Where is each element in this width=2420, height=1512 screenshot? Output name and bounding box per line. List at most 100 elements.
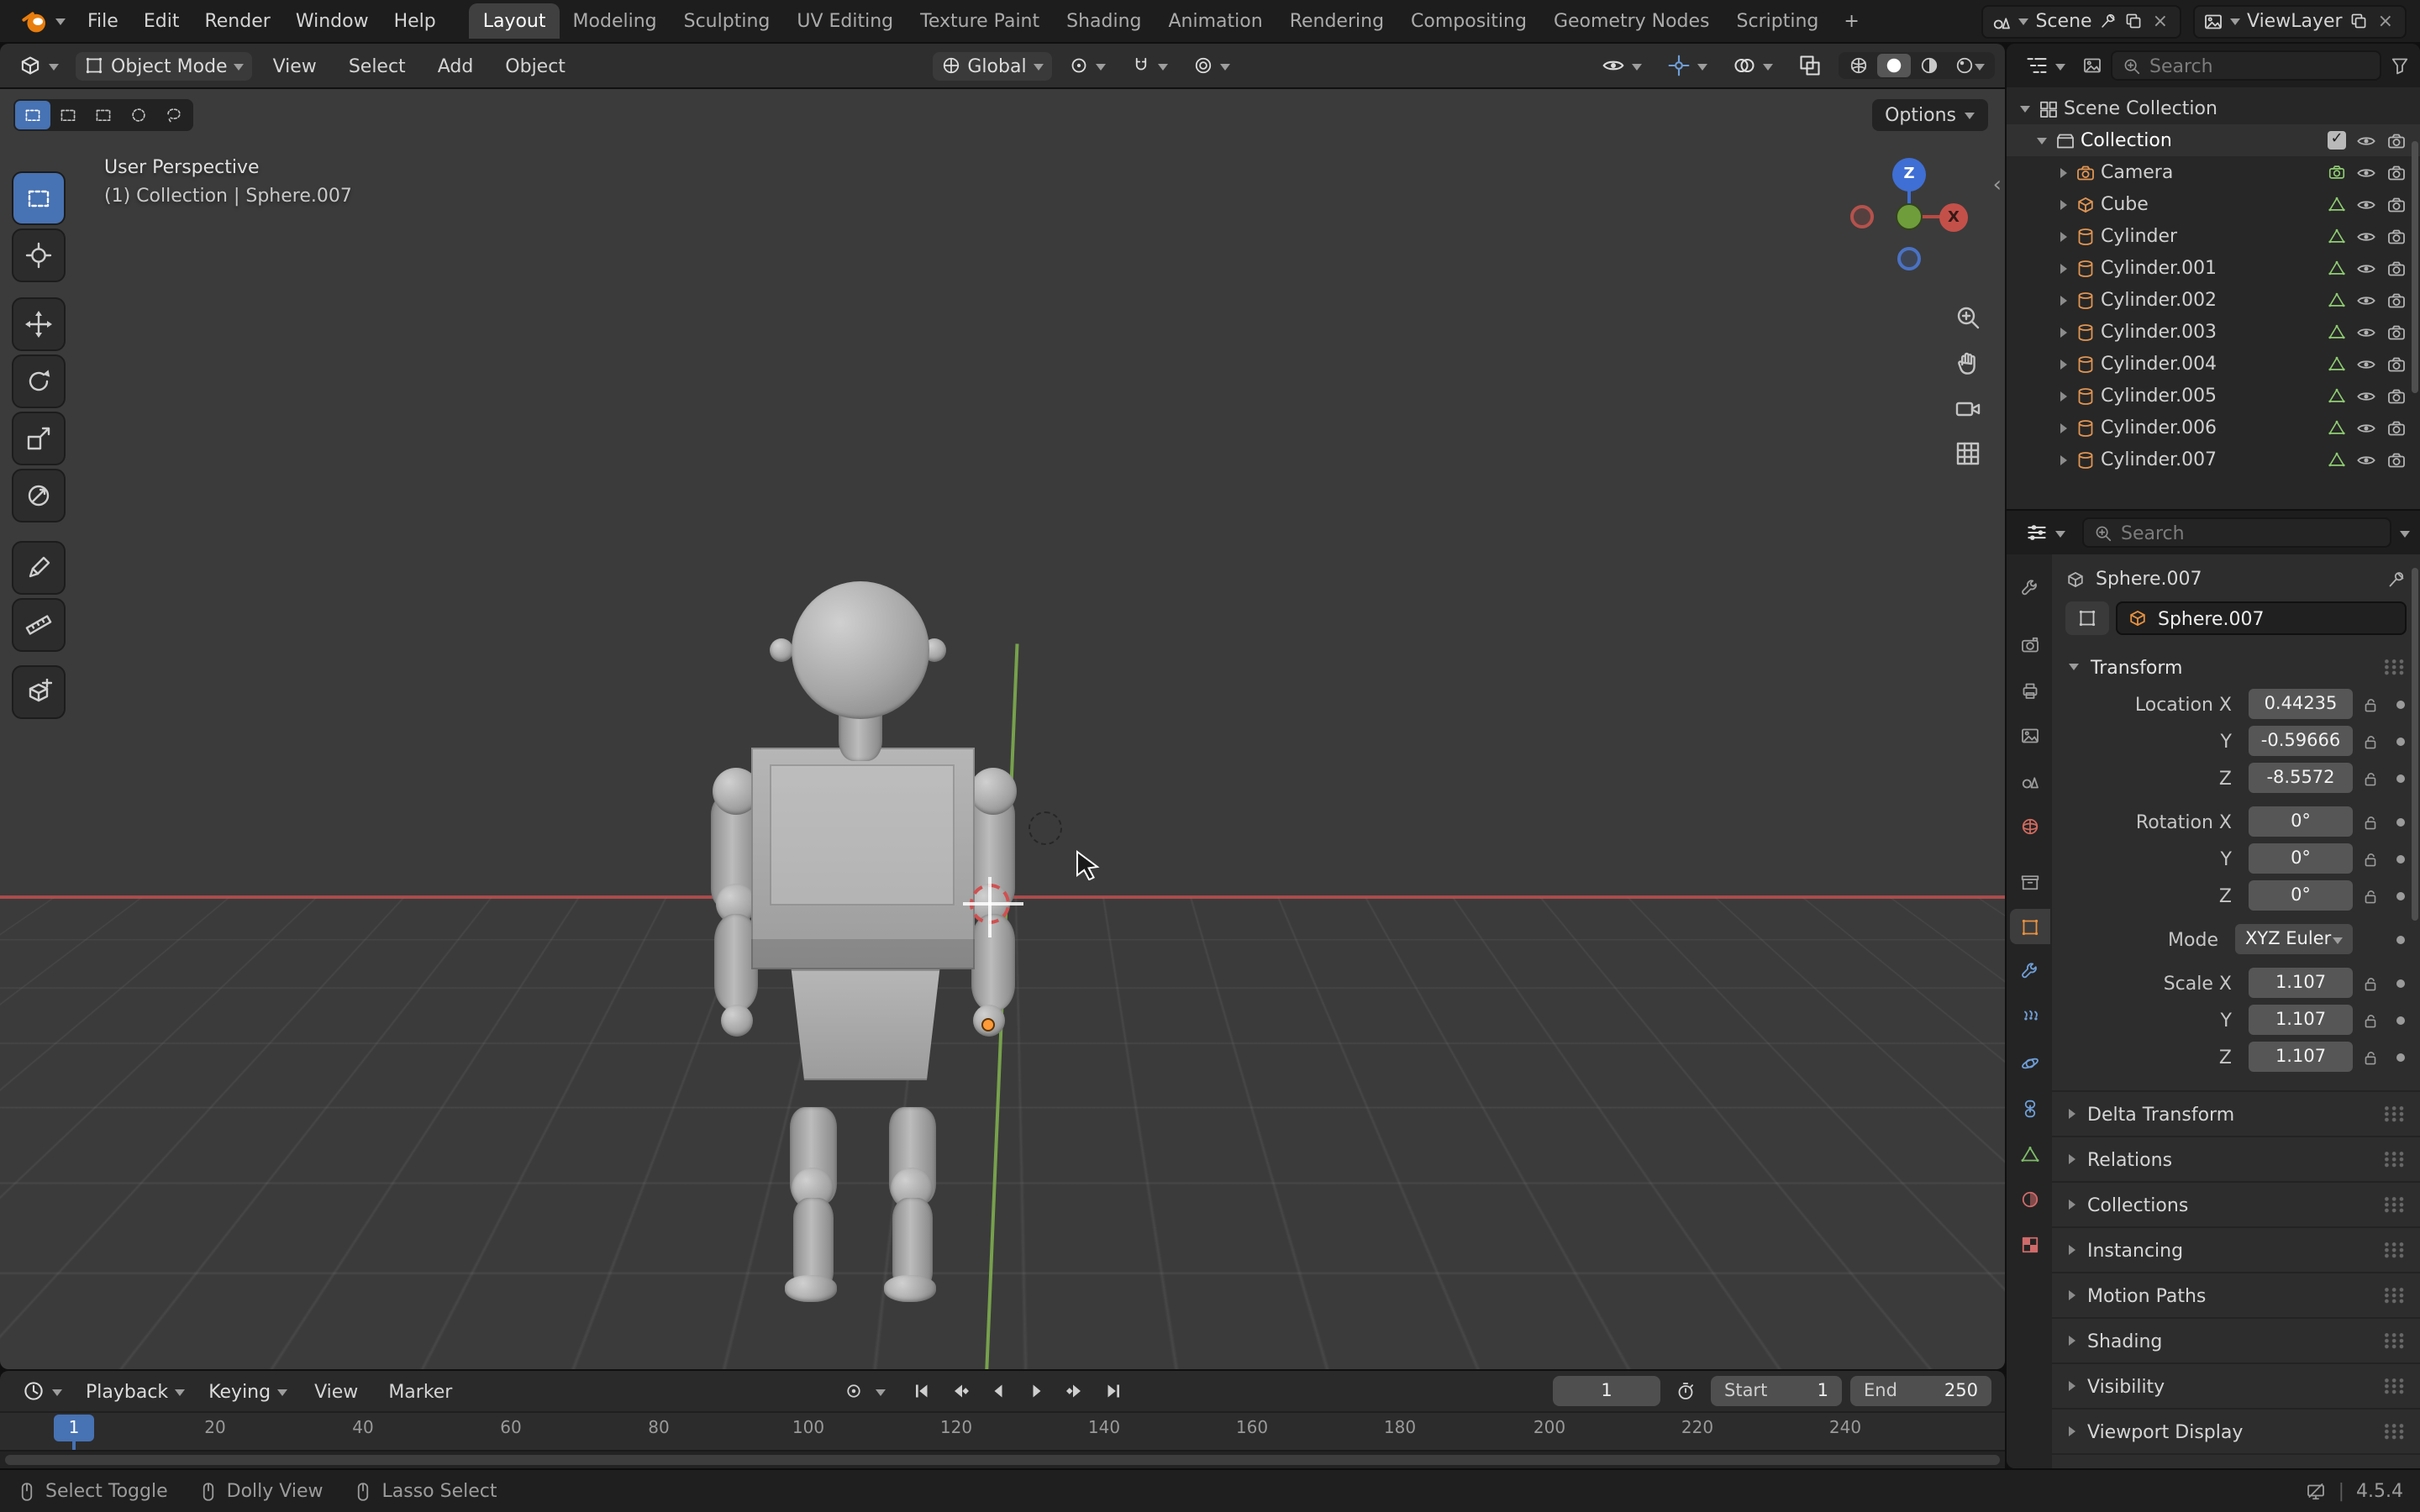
section-viewport-display[interactable]: Viewport Display [2052,1410,2420,1455]
add-workspace-button[interactable]: + [1832,7,1870,35]
animate-dot[interactable] [2386,854,2413,863]
current-frame-field[interactable]: 1 [1553,1376,1660,1406]
hide-eye-icon[interactable] [2356,130,2376,150]
render-properties-tab[interactable] [2009,627,2049,662]
empty-object[interactable] [1028,811,1062,845]
hide-eye-icon[interactable] [2356,226,2376,246]
play-button[interactable] [1020,1376,1054,1406]
outliner-search-input[interactable] [2149,55,2370,76]
lock-icon[interactable] [2353,1047,2386,1066]
tool-measure[interactable] [13,600,64,650]
row-scene-collection[interactable]: Scene Collection [2007,92,2420,124]
output-properties-tab[interactable] [2009,672,2049,707]
object-properties-tab[interactable] [2009,909,2049,944]
disable-render-icon[interactable] [2386,386,2407,406]
hide-eye-icon[interactable] [2356,354,2376,374]
animate-dot[interactable] [2386,737,2413,745]
animate-dot[interactable] [2386,979,2413,987]
select-set-mode-button[interactable] [15,101,50,129]
orientation-dropdown[interactable]: Global [932,51,1051,80]
outliner-scrollbar[interactable] [2412,141,2418,393]
unlink-scene-icon[interactable]: × [2149,10,2171,32]
app-menu-button[interactable] [13,4,74,38]
panel-grip-icon[interactable] [2383,1105,2407,1122]
lock-icon[interactable] [2353,849,2386,868]
expander-open-icon[interactable] [2037,137,2047,144]
tool-move[interactable] [13,299,64,349]
timeline-editor-type-button[interactable] [13,1376,71,1406]
tool-transform[interactable] [13,470,64,521]
animate-dot[interactable] [2386,817,2413,826]
modifier-properties-tab[interactable] [2009,954,2049,990]
tab-shading[interactable]: Shading [1053,3,1155,39]
select-subtract-mode-button[interactable] [86,101,121,129]
menu-file[interactable]: File [76,5,130,37]
lock-icon[interactable] [2353,886,2386,905]
disable-render-icon[interactable] [2386,322,2407,342]
gizmo-negative-x-ball[interactable] [1850,205,1874,228]
row-collection[interactable]: Collection ✓ [2007,124,2420,156]
tool-options-dropdown[interactable]: Options [1871,99,1988,131]
tool-select-box[interactable] [13,173,64,223]
row-cylinder-007[interactable]: Cylinder.007 [2007,444,2420,475]
row-cube[interactable]: Cube [2007,188,2420,220]
tab-rendering[interactable]: Rendering [1276,3,1397,39]
row-cylinder-002[interactable]: Cylinder.002 [2007,284,2420,316]
disable-render-icon[interactable] [2386,354,2407,374]
pin-id-icon[interactable] [2386,569,2407,589]
scale-y-field[interactable]: 1.107 [2249,1005,2353,1035]
panel-grip-icon[interactable] [2383,1196,2407,1213]
select-invert-mode-button[interactable] [121,101,156,129]
material-properties-tab[interactable] [2009,1181,2049,1216]
expander-icon[interactable] [2060,231,2067,241]
tool-properties-tab[interactable] [2009,571,2049,606]
shading-solid-button[interactable] [1877,54,1911,77]
show-object-types-dropdown[interactable] [1593,50,1650,81]
object-origin-dot[interactable] [981,1018,995,1032]
tab-modeling[interactable]: Modeling [560,3,671,39]
expander-icon[interactable] [2060,423,2067,433]
disable-render-icon[interactable] [2386,417,2407,438]
viewlayer-selector[interactable]: ViewLayer × [2193,4,2407,38]
jump-to-start-button[interactable] [904,1376,938,1406]
expander-icon[interactable] [2060,295,2067,305]
panel-grip-icon[interactable] [2383,1151,2407,1168]
menu-add[interactable]: Add [426,50,486,81]
lock-icon[interactable] [2353,812,2386,831]
pan-hand-icon[interactable] [1954,349,1981,376]
properties-search-input[interactable] [2121,522,2380,543]
remove-viewlayer-icon[interactable]: × [2375,10,2396,32]
data-properties-tab[interactable] [2009,1136,2049,1171]
gizmo-z-ball[interactable]: Z [1892,158,1926,192]
object-type-button[interactable] [2065,601,2109,635]
select-extend-mode-button[interactable] [50,101,86,129]
filter-funnel-icon[interactable] [2390,55,2410,76]
disable-render-icon[interactable] [2386,194,2407,214]
end-frame-field[interactable]: End250 [1850,1376,1991,1406]
section-collections[interactable]: Collections [2052,1183,2420,1228]
shading-wireframe-button[interactable] [1842,54,1876,77]
gizmo-x-ball[interactable]: X [1939,203,1968,232]
snap-toggle[interactable] [1123,52,1176,79]
animate-dot[interactable] [2386,774,2413,782]
row-cylinder-006[interactable]: Cylinder.006 [2007,412,2420,444]
play-reverse-button[interactable] [981,1376,1015,1406]
timeline-view-menu[interactable]: View [302,1375,370,1407]
jump-to-end-button[interactable] [1097,1376,1131,1406]
shading-material-button[interactable] [1912,54,1946,77]
properties-editor-type-button[interactable] [2017,517,2074,548]
panel-grip-icon[interactable] [2383,1378,2407,1394]
section-visibility[interactable]: Visibility [2052,1364,2420,1410]
animate-dot[interactable] [2386,700,2413,708]
tab-geometry-nodes[interactable]: Geometry Nodes [1540,3,1723,39]
constraint-properties-tab[interactable] [2009,1090,2049,1126]
network-offline-icon[interactable] [2307,1481,2327,1501]
properties-scrollbar[interactable] [2412,568,2418,921]
disable-render-icon[interactable] [2386,226,2407,246]
pin-icon[interactable] [2099,12,2118,30]
overlays-toggle[interactable] [1724,50,1781,81]
animate-dot[interactable] [2386,1053,2413,1061]
lock-icon[interactable] [2353,732,2386,750]
menu-select[interactable]: Select [337,50,418,81]
collection-properties-tab[interactable] [2009,864,2049,899]
